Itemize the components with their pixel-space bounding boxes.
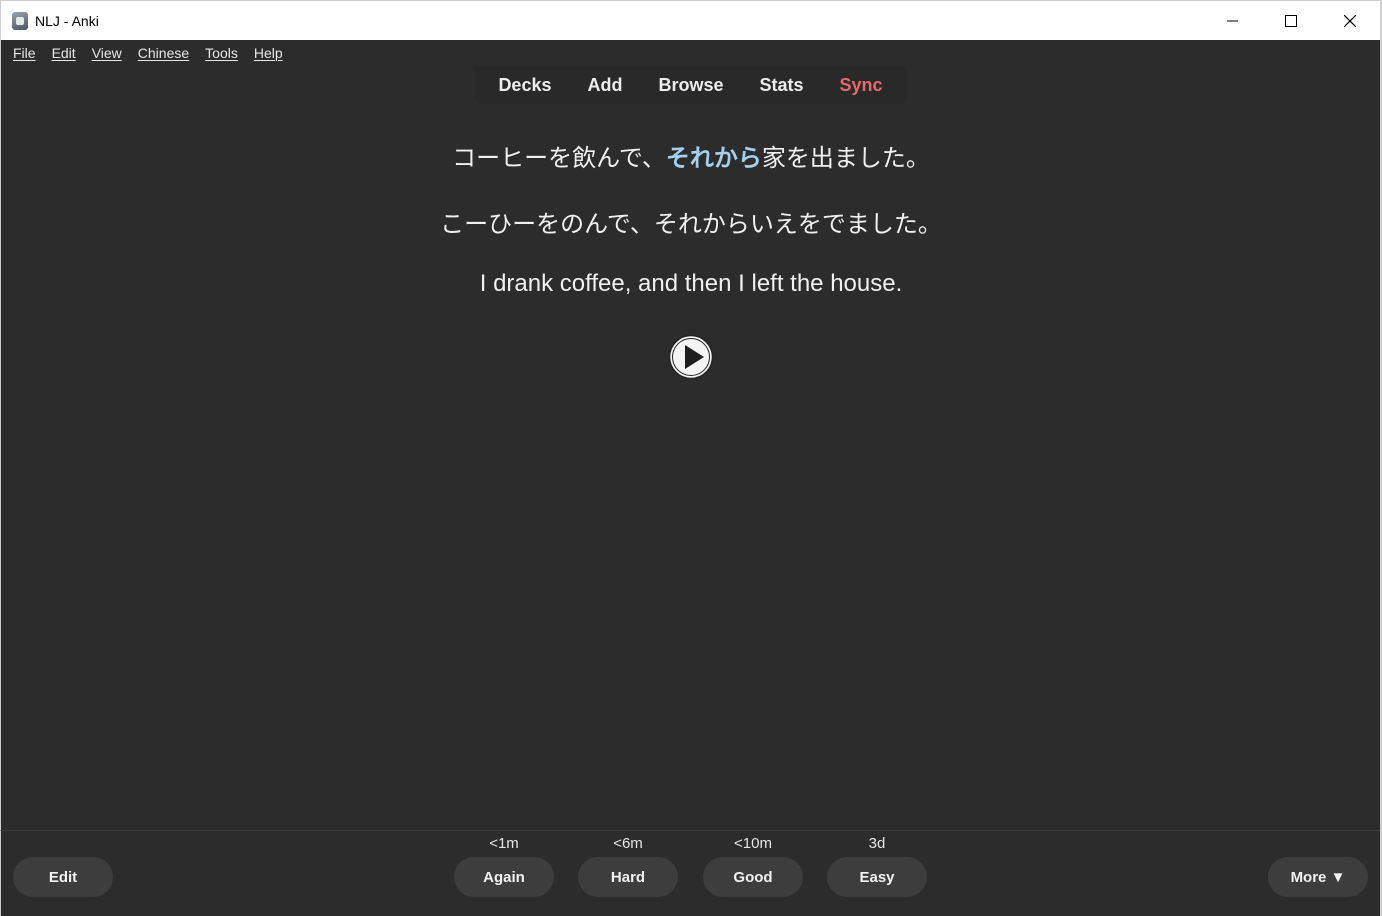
more-button[interactable]: More ▼ — [1268, 857, 1368, 897]
tab-decks[interactable]: Decks — [480, 75, 569, 96]
minimize-button[interactable] — [1204, 1, 1262, 41]
menu-help[interactable]: Help — [246, 45, 291, 61]
menu-bar: File Edit View Chinese Tools Help — [0, 40, 1380, 66]
maximize-button[interactable] — [1262, 1, 1320, 41]
again-button[interactable]: Again — [454, 857, 554, 897]
minimize-icon — [1227, 20, 1238, 22]
menu-view[interactable]: View — [84, 45, 130, 61]
review-area: Decks Add Browse Stats Sync コーヒーを飲んで、それか… — [0, 66, 1380, 830]
interval-easy: 3d — [868, 835, 886, 852]
close-icon — [1344, 15, 1356, 27]
top-toolbar: Decks Add Browse Stats Sync — [475, 66, 906, 104]
play-icon[interactable] — [668, 334, 714, 380]
hard-button[interactable]: Hard — [578, 857, 678, 897]
interval-hard: <6m — [613, 835, 643, 852]
easy-button[interactable]: Easy — [827, 857, 927, 897]
good-button[interactable]: Good — [703, 857, 803, 897]
answer-bar: Edit <1m <6m <10m 3d Again Hard Good Eas… — [0, 830, 1380, 916]
highlighted-word: それから — [665, 144, 762, 172]
english-translation: I drank coffee, and then I left the hous… — [479, 270, 903, 297]
sentence-part-before: コーヒーを飲んで、 — [452, 144, 666, 172]
title-bar: NLJ - Anki — [0, 0, 1380, 40]
japanese-sentence: コーヒーを飲んで、それから家を出ました。 — [1, 138, 1381, 173]
maximize-icon — [1285, 15, 1297, 27]
interval-good: <10m — [734, 835, 772, 852]
tab-sync[interactable]: Sync — [822, 75, 901, 96]
menu-file[interactable]: File — [5, 45, 44, 61]
tab-stats[interactable]: Stats — [742, 75, 822, 96]
edit-button[interactable]: Edit — [13, 857, 113, 897]
window-title: NLJ - Anki — [35, 13, 99, 29]
anki-app-icon — [12, 12, 28, 30]
sentence-part-after: 家を出ました。 — [761, 144, 930, 172]
menu-chinese[interactable]: Chinese — [130, 45, 197, 61]
interval-again: <1m — [489, 835, 519, 852]
menu-edit[interactable]: Edit — [44, 45, 84, 61]
tab-add[interactable]: Add — [569, 75, 640, 96]
menu-tools[interactable]: Tools — [197, 45, 246, 61]
close-button[interactable] — [1321, 1, 1379, 41]
tab-browse[interactable]: Browse — [640, 75, 741, 96]
kana-reading: こーひーをのんで、それからいえをでました。 — [440, 210, 942, 238]
